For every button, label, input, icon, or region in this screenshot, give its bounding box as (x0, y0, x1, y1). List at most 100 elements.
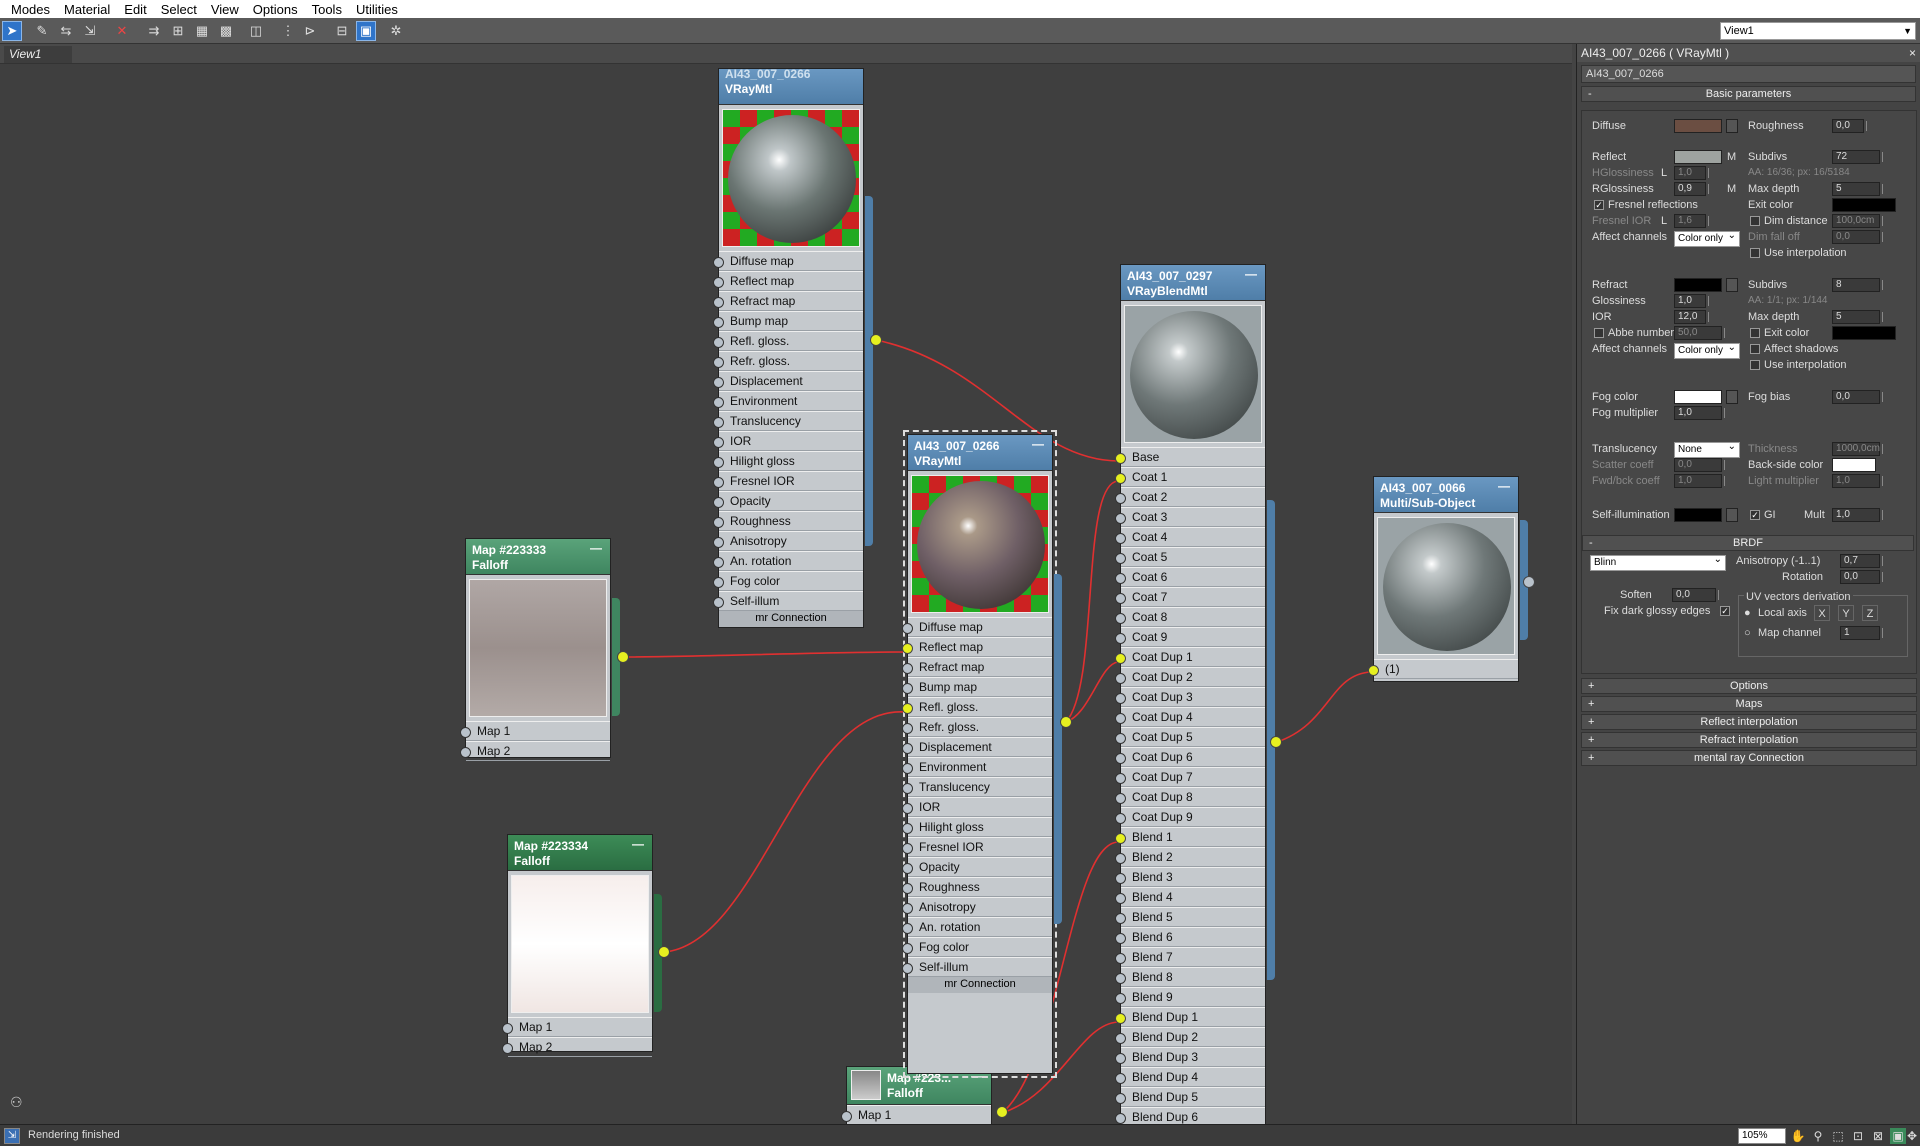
input-socket[interactable] (902, 663, 913, 674)
affect-shadows-checkbox[interactable] (1750, 344, 1760, 354)
fix-dark-checkbox[interactable]: ✓ (1720, 606, 1730, 616)
input-socket[interactable] (1115, 1053, 1126, 1064)
abbe-spinner[interactable]: 50,0 (1674, 326, 1725, 340)
input-socket[interactable] (1115, 873, 1126, 884)
input-socket[interactable] (1115, 913, 1126, 924)
input-socket[interactable] (902, 683, 913, 694)
refract-affect-dropdown[interactable]: Color only (1674, 341, 1740, 359)
pan-view-icon[interactable]: ✥ (1904, 1128, 1920, 1144)
node-slot[interactable]: Self-illum (902, 957, 1052, 977)
input-socket[interactable] (1115, 613, 1126, 624)
node-slot[interactable]: Coat 5 (1115, 547, 1265, 567)
dim-distance-spinner[interactable]: 100,0cm (1832, 214, 1883, 228)
node-slot[interactable]: Bump map (713, 311, 863, 331)
input-socket[interactable] (1115, 793, 1126, 804)
refract-use-interp-checkbox[interactable] (1750, 360, 1760, 370)
fresnel-checkbox[interactable]: ✓ (1594, 200, 1604, 210)
node-slot[interactable]: Bump map (902, 677, 1052, 697)
node-slot[interactable]: Blend Dup 4 (1115, 1067, 1265, 1087)
node-slot[interactable]: Anisotropy (713, 531, 863, 551)
ior-spinner[interactable]: 12,0 (1674, 310, 1709, 324)
input-socket[interactable] (713, 457, 724, 468)
delete-icon[interactable]: ✕ (112, 21, 132, 41)
menu-view[interactable]: View (204, 2, 246, 17)
subdivs-spinner[interactable]: 72 (1832, 150, 1883, 164)
input-socket[interactable] (1115, 853, 1126, 864)
input-socket[interactable] (1115, 553, 1126, 564)
input-socket[interactable] (902, 883, 913, 894)
input-socket[interactable] (1115, 513, 1126, 524)
node-slot[interactable]: Fog color (902, 937, 1052, 957)
input-socket[interactable] (713, 417, 724, 428)
move-children-icon[interactable]: ⇉ (144, 21, 164, 41)
node-slot[interactable]: Displacement (902, 737, 1052, 757)
node-slot[interactable]: Coat Dup 9 (1115, 807, 1265, 827)
refract-exit-swatch[interactable] (1832, 326, 1896, 340)
input-socket[interactable] (902, 943, 913, 954)
node-vraymtl-top[interactable]: AI43_007_0266 VRayMtl Diffuse map Reflect… (713, 67, 864, 628)
background-icon[interactable]: ▦ (192, 21, 212, 41)
output-socket[interactable] (1060, 716, 1072, 728)
input-socket[interactable] (1115, 1033, 1126, 1044)
pick-material-icon[interactable]: ✎ (32, 21, 52, 41)
node-slot[interactable]: Fog color (713, 571, 863, 591)
node-slot[interactable]: An. rotation (902, 917, 1052, 937)
use-interpolation-checkbox[interactable] (1750, 248, 1760, 258)
material-name-field[interactable]: AI43_007_0266 (1581, 65, 1916, 83)
translucency-dropdown[interactable]: None (1674, 440, 1740, 458)
rglossiness-spinner[interactable]: 0,9 (1674, 182, 1709, 196)
axis-z-button[interactable]: Z (1862, 605, 1878, 621)
node-slot[interactable]: Blend Dup 6 (1115, 1107, 1265, 1124)
fog-map-button[interactable] (1726, 390, 1738, 404)
local-axis-radio[interactable]: ● (1744, 605, 1751, 621)
diffuse-map-button[interactable] (1726, 119, 1738, 133)
menu-options[interactable]: Options (246, 2, 305, 17)
node-slot[interactable]: Hilight gloss (713, 451, 863, 471)
input-socket[interactable] (713, 277, 724, 288)
soften-spinner[interactable]: 0,0 (1672, 588, 1719, 602)
node-slot[interactable]: Blend 3 (1115, 867, 1265, 887)
minimize-icon[interactable]: — (1032, 437, 1044, 452)
node-slot[interactable]: Refract map (713, 291, 863, 311)
node-slot[interactable]: Environment (902, 757, 1052, 777)
rollout-reflect-interpolation[interactable]: + Reflect interpolation (1581, 714, 1917, 730)
minimize-icon[interactable]: — (632, 837, 644, 852)
input-socket[interactable] (902, 803, 913, 814)
reflect-map-button[interactable]: M (1727, 149, 1736, 165)
input-socket[interactable] (713, 437, 724, 448)
menu-utilities[interactable]: Utilities (349, 2, 405, 17)
hgloss-lock[interactable]: L (1661, 165, 1667, 181)
mr-connection[interactable]: mr Connection (719, 611, 863, 627)
output-socket[interactable] (996, 1106, 1008, 1118)
node-slot[interactable]: Coat Dup 5 (1115, 727, 1265, 747)
node-slot[interactable]: Coat Dup 3 (1115, 687, 1265, 707)
options-icon[interactable]: ✲ (386, 21, 406, 41)
input-socket[interactable] (1115, 713, 1126, 724)
menu-modes[interactable]: Modes (4, 2, 57, 17)
glossiness-spinner[interactable]: 1,0 (1674, 294, 1709, 308)
input-socket[interactable] (902, 823, 913, 834)
input-socket[interactable] (902, 643, 913, 654)
node-slot[interactable]: Blend 5 (1115, 907, 1265, 927)
input-socket[interactable] (1115, 493, 1126, 504)
node-header[interactable]: AI43_007_0066 Multi/Sub-Object — (1374, 477, 1518, 513)
reflect-swatch[interactable] (1674, 150, 1722, 164)
input-socket[interactable] (902, 763, 913, 774)
minimize-icon[interactable]: — (590, 541, 602, 556)
node-slot[interactable]: Blend 9 (1115, 987, 1265, 1007)
node-slot[interactable]: Hilight gloss (902, 817, 1052, 837)
node-slot[interactable]: Blend Dup 2 (1115, 1027, 1265, 1047)
pan-icon[interactable]: ✋ (1790, 1128, 1806, 1144)
material-map-navigator-icon[interactable]: ⊟ (332, 21, 352, 41)
input-socket[interactable] (1115, 893, 1126, 904)
input-socket[interactable] (902, 963, 913, 974)
input-socket[interactable] (460, 747, 471, 758)
axis-y-button[interactable]: Y (1838, 605, 1854, 621)
refract-maxdepth-spinner[interactable]: 5 (1832, 310, 1883, 324)
close-icon[interactable]: × (1909, 44, 1916, 62)
input-socket[interactable] (1115, 953, 1126, 964)
checker-icon[interactable]: ▩ (216, 21, 236, 41)
node-multi-sub-object[interactable]: AI43_007_0066 Multi/Sub-Object — (1) (1368, 476, 1519, 682)
node-slot[interactable]: Coat 3 (1115, 507, 1265, 527)
node-slot[interactable]: Base (1115, 447, 1265, 467)
